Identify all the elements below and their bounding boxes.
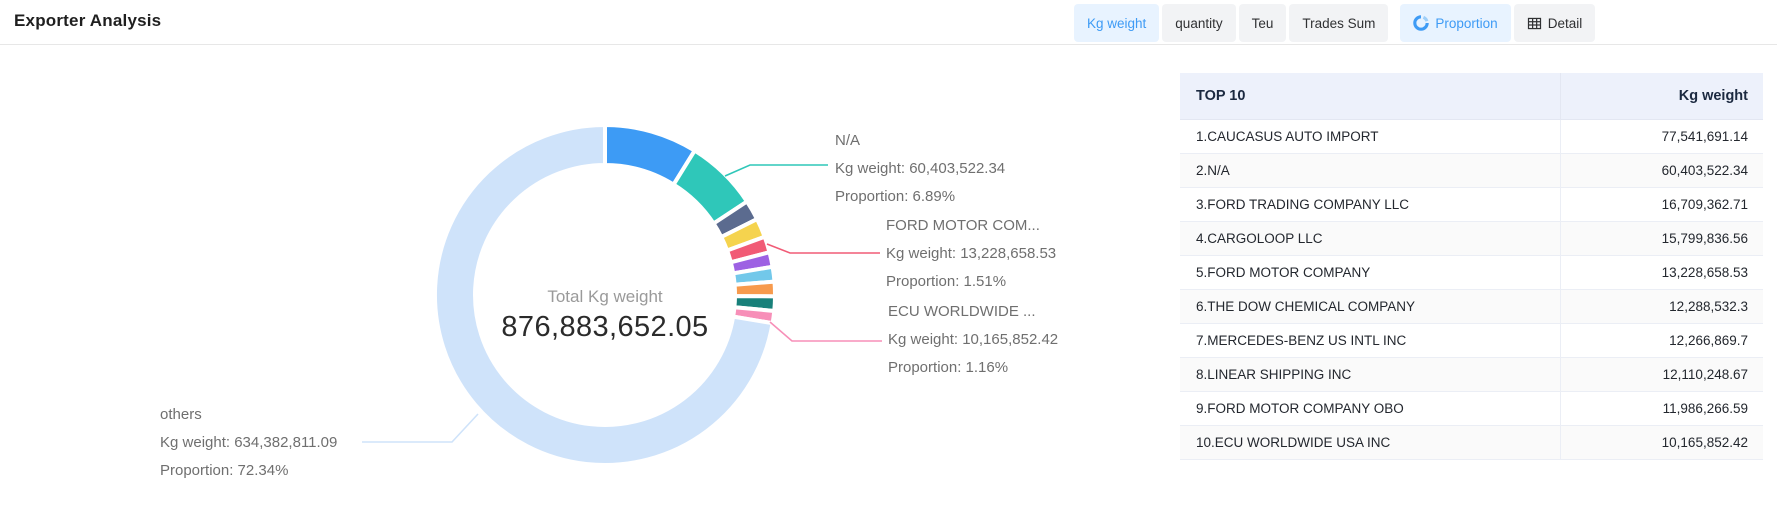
callout-name: others [160,401,337,429]
callout-name: ECU WORLDWIDE ... [888,298,1058,326]
total-caption: Total Kg weight [405,287,805,307]
callout-prop: Proportion: 1.16% [888,354,1058,382]
exporter-name-cell: 7.MERCEDES-BENZ US INTL INC [1180,323,1560,357]
kg-weight-cell: 12,266,869.7 [1560,323,1763,357]
exporter-name-cell: 4.CARGOLOOP LLC [1180,221,1560,255]
kg-weight-cell: 10,165,852.42 [1560,425,1763,459]
table-row: 7.MERCEDES-BENZ US INTL INC12,266,869.7 [1180,323,1763,357]
callout-name: FORD MOTOR COM... [886,212,1056,240]
kg-weight-cell: 15,799,836.56 [1560,221,1763,255]
column-header-top10: TOP 10 [1180,73,1560,119]
table-row: 2.N/A60,403,522.34 [1180,153,1763,187]
top10-table: TOP 10 Kg weight 1.CAUCASUS AUTO IMPORT7… [1180,73,1763,460]
table-row: 1.CAUCASUS AUTO IMPORT77,541,691.14 [1180,119,1763,153]
table-row: 4.CARGOLOOP LLC15,799,836.56 [1180,221,1763,255]
exporter-name-cell: 2.N/A [1180,153,1560,187]
table-row: 3.FORD TRADING COMPANY LLC16,709,362.71 [1180,187,1763,221]
callout-name: N/A [835,127,1005,155]
exporter-name-cell: 8.LINEAR SHIPPING INC [1180,357,1560,391]
callout-others: others Kg weight: 634,382,811.09 Proport… [160,401,337,485]
kg-weight-cell: 13,228,658.53 [1560,255,1763,289]
callout-kg: Kg weight: 60,403,522.34 [835,155,1005,183]
callout-kg: Kg weight: 634,382,811.09 [160,429,337,457]
table-row: 8.LINEAR SHIPPING INC12,110,248.67 [1180,357,1763,391]
callout-ecu: ECU WORLDWIDE ... Kg weight: 10,165,852.… [888,298,1058,382]
table-row: 9.FORD MOTOR COMPANY OBO11,986,266.59 [1180,391,1763,425]
exporter-name-cell: 1.CAUCASUS AUTO IMPORT [1180,119,1560,153]
callout-line [362,414,478,442]
callout-prop: Proportion: 1.51% [886,268,1056,296]
table-header-row: TOP 10 Kg weight [1180,73,1763,119]
callout-ford-motor: FORD MOTOR COM... Kg weight: 13,228,658.… [886,212,1056,296]
table-row: 5.FORD MOTOR COMPANY13,228,658.53 [1180,255,1763,289]
kg-weight-cell: 77,541,691.14 [1560,119,1763,153]
table-row: 6.THE DOW CHEMICAL COMPANY12,288,532.3 [1180,289,1763,323]
callout-na: N/A Kg weight: 60,403,522.34 Proportion:… [835,127,1005,211]
exporter-name-cell: 3.FORD TRADING COMPANY LLC [1180,187,1560,221]
exporter-name-cell: 10.ECU WORLDWIDE USA INC [1180,425,1560,459]
column-header-kg-weight: Kg weight [1560,73,1763,119]
kg-weight-cell: 60,403,522.34 [1560,153,1763,187]
kg-weight-cell: 16,709,362.71 [1560,187,1763,221]
kg-weight-cell: 11,986,266.59 [1560,391,1763,425]
total-value: 876,883,652.05 [405,311,805,344]
donut-center-label: Total Kg weight 876,883,652.05 [405,287,805,344]
exporter-name-cell: 6.THE DOW CHEMICAL COMPANY [1180,289,1560,323]
callout-kg: Kg weight: 10,165,852.42 [888,326,1058,354]
kg-weight-cell: 12,288,532.3 [1560,289,1763,323]
top10-table-body: 1.CAUCASUS AUTO IMPORT77,541,691.142.N/A… [1180,119,1763,459]
exporter-name-cell: 5.FORD MOTOR COMPANY [1180,255,1560,289]
exporter-name-cell: 9.FORD MOTOR COMPANY OBO [1180,391,1560,425]
callout-prop: Proportion: 6.89% [835,183,1005,211]
callout-prop: Proportion: 72.34% [160,457,337,485]
callout-line [725,165,828,176]
callout-kg: Kg weight: 13,228,658.53 [886,240,1056,268]
kg-weight-cell: 12,110,248.67 [1560,357,1763,391]
table-row: 10.ECU WORLDWIDE USA INC10,165,852.42 [1180,425,1763,459]
callout-line [767,244,880,253]
